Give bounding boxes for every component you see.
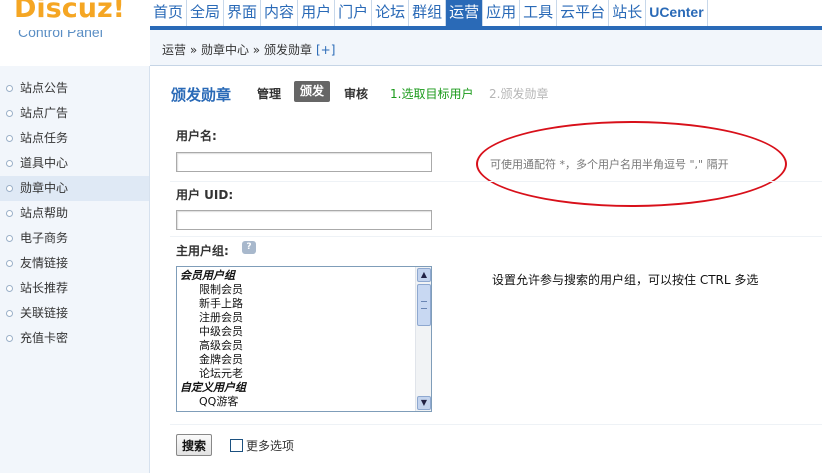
more-options-toggle[interactable]: 更多选项 <box>230 437 294 453</box>
username-hint: 可使用通配符 *，多个用户名用半角逗号 "," 隔开 <box>490 158 729 171</box>
group-option[interactable]: 注册会员 <box>177 311 415 325</box>
scroll-thumb[interactable] <box>417 284 431 326</box>
nav-ucenter[interactable]: UCenter <box>646 0 708 26</box>
nav-global[interactable]: 全局 <box>187 0 225 26</box>
logo-text: Discuz! <box>14 0 125 24</box>
row-divider <box>170 424 822 425</box>
title-row: 颁发勋章 管理 颁发 审核 1.选取目标用户 2.颁发勋章 <box>150 78 822 108</box>
add-shortcut-button[interactable]: [+] <box>316 43 335 57</box>
sidebar: 站点公告 站点广告 站点任务 道具中心 勋章中心 站点帮助 电子商务 友情链接 … <box>0 66 150 473</box>
sidebar-item-help[interactable]: 站点帮助 <box>0 201 149 226</box>
nav-portal[interactable]: 门户 <box>335 0 373 26</box>
tab-award[interactable]: 颁发 <box>294 81 331 102</box>
search-button[interactable]: 搜索 <box>176 434 213 456</box>
user-group-multiselect[interactable]: 会员用户组 限制会员 新手上路 注册会员 中级会员 高级会员 金牌会员 论坛元老… <box>176 266 432 412</box>
username-input[interactable] <box>176 152 432 172</box>
nav-home[interactable]: 首页 <box>150 0 188 26</box>
step-select-users: 1.选取目标用户 <box>390 87 474 101</box>
sidebar-item-ecommerce[interactable]: 电子商务 <box>0 226 149 251</box>
nav-tools[interactable]: 工具 <box>520 0 558 26</box>
row-divider <box>170 236 822 237</box>
sidebar-item-announcements[interactable]: 站点公告 <box>0 76 149 101</box>
sidebar-item-friendlinks[interactable]: 友情链接 <box>0 251 149 276</box>
help-icon[interactable]: ? <box>242 241 256 254</box>
nav-apps[interactable]: 应用 <box>483 0 521 26</box>
sidebar-item-props[interactable]: 道具中心 <box>0 151 149 176</box>
user-group-hint: 设置允许参与搜索的用户组，可以按住 CTRL 多选 <box>492 273 759 287</box>
nav-cloud[interactable]: 云平台 <box>557 0 610 26</box>
nav-interface[interactable]: 界面 <box>224 0 262 26</box>
tab-manage[interactable]: 管理 <box>257 85 281 102</box>
group-option[interactable]: 论坛元老 <box>177 367 415 381</box>
optgroup-member-groups: 会员用户组 <box>180 269 235 282</box>
nav-users[interactable]: 用户 <box>298 0 336 26</box>
group-option[interactable]: 金牌会员 <box>177 353 415 367</box>
more-options-checkbox[interactable] <box>230 438 243 452</box>
nav-content[interactable]: 内容 <box>261 0 299 26</box>
breadcrumb: 运营 » 勋章中心 » 颁发勋章 [+] <box>162 41 335 58</box>
username-label: 用户名: <box>176 129 217 143</box>
optgroup-custom-groups: 自定义用户组 <box>180 381 246 394</box>
scroll-up-icon[interactable]: ▲ <box>417 268 431 282</box>
sidebar-item-recommend[interactable]: 站长推荐 <box>0 276 149 301</box>
breadcrumb-bar: 运营 » 勋章中心 » 颁发勋章 [+] <box>150 30 822 66</box>
sidebar-item-tasks[interactable]: 站点任务 <box>0 126 149 151</box>
group-option[interactable]: 高级会员 <box>177 339 415 353</box>
nav-webmaster[interactable]: 站长 <box>609 0 647 26</box>
group-option[interactable]: 中级会员 <box>177 325 415 339</box>
group-option[interactable]: QQ游客 <box>177 395 415 409</box>
tab-review[interactable]: 审核 <box>344 85 368 102</box>
nav-underline-gap <box>0 26 150 30</box>
page-title: 颁发勋章 <box>171 86 232 104</box>
row-divider <box>170 181 822 182</box>
uid-input[interactable] <box>176 210 432 230</box>
sidebar-item-ads[interactable]: 站点广告 <box>0 101 149 126</box>
sidebar-item-medals[interactable]: 勋章中心 <box>0 176 149 201</box>
main-content: 颁发勋章 管理 颁发 审核 1.选取目标用户 2.颁发勋章 用户名: 可使用通配… <box>150 66 822 473</box>
sidebar-item-related-links[interactable]: 关联链接 <box>0 301 149 326</box>
nav-operations[interactable]: 运营 <box>446 0 484 26</box>
list-scrollbar[interactable]: ▲ ▼ <box>415 267 431 411</box>
more-options-label: 更多选项 <box>246 438 295 453</box>
group-option[interactable]: 限制会员 <box>177 283 415 297</box>
uid-label: 用户 UID: <box>176 188 234 202</box>
breadcrumb-text: 运营 » 勋章中心 » 颁发勋章 <box>162 43 312 57</box>
scroll-down-icon[interactable]: ▼ <box>417 396 431 410</box>
nav-groups[interactable]: 群组 <box>409 0 447 26</box>
group-option[interactable]: 新手上路 <box>177 297 415 311</box>
nav-forum[interactable]: 论坛 <box>372 0 410 26</box>
step-award-medal: 2.颁发勋章 <box>489 87 549 101</box>
top-nav: 首页 全局 界面 内容 用户 门户 论坛 群组 运营 应用 工具 云平台 站长 … <box>150 0 708 30</box>
user-group-label: 主用户组: <box>176 244 229 258</box>
header: Discuz! Control Panel 首页 全局 界面 内容 用户 门户 … <box>0 0 822 66</box>
sidebar-item-recharge-cards[interactable]: 充值卡密 <box>0 326 149 351</box>
